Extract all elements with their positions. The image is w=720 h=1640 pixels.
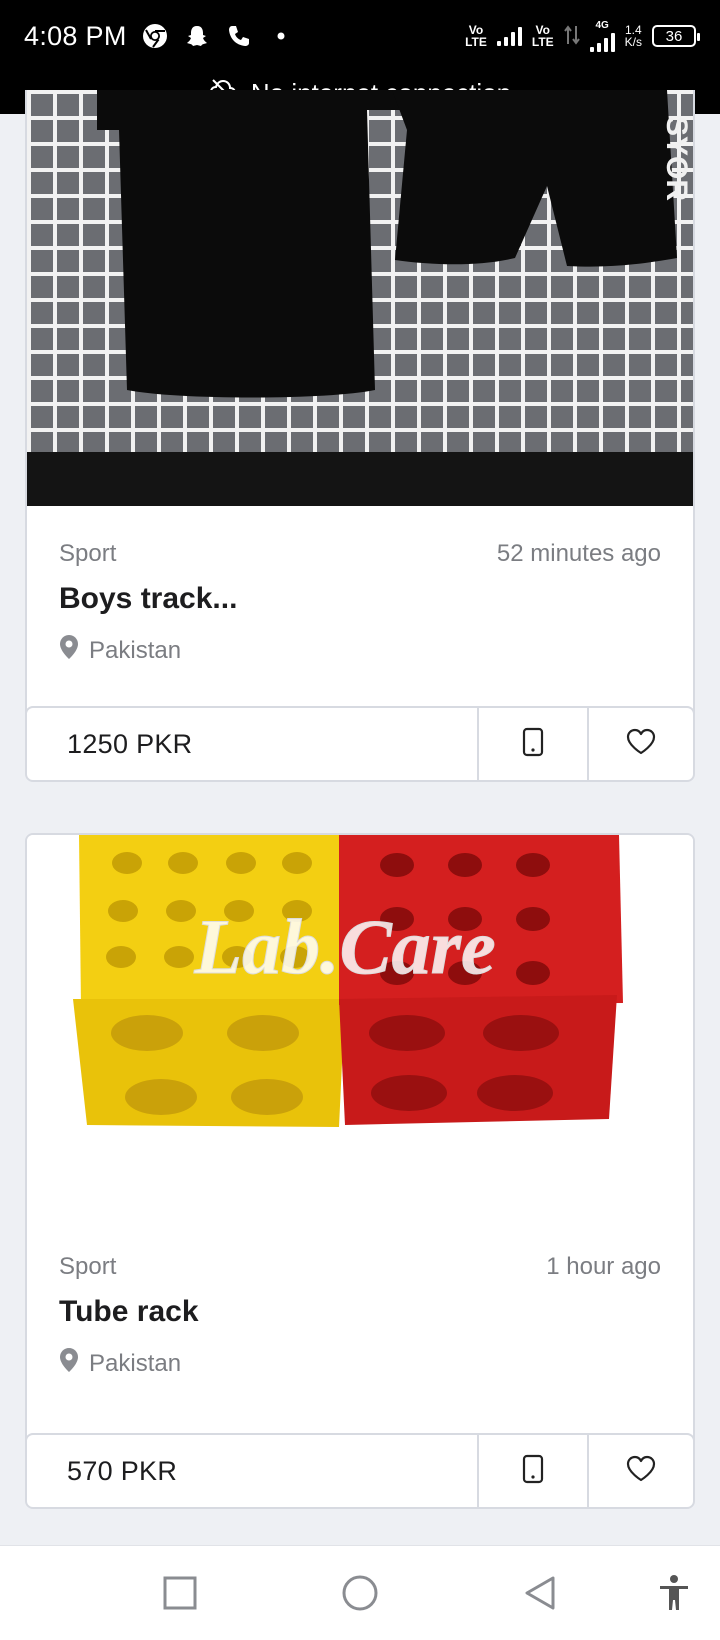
listing-card[interactable]: SYOR Sport 52 minutes ago Boys track... …	[25, 90, 695, 782]
listing-meta: Sport 1 hour ago	[59, 1253, 661, 1281]
listing-title[interactable]: Boys track...	[59, 582, 661, 616]
favorite-button[interactable]	[587, 708, 693, 780]
phone-icon	[522, 1454, 544, 1489]
sim1-volte: Vo LTE	[465, 23, 487, 49]
dot-icon	[267, 22, 295, 50]
image-watermark: Lab.Care	[193, 903, 495, 990]
listing-info: Sport 52 minutes ago Boys track... Pakis…	[27, 506, 693, 667]
heart-icon	[626, 1455, 656, 1487]
back-triangle-icon[interactable]	[523, 1575, 557, 1611]
accessibility-icon[interactable]	[658, 1574, 690, 1612]
listing-image[interactable]: SYOR	[27, 90, 693, 506]
listing-card[interactable]: Lab.Care Sport 1 hour ago Tube rack Paki…	[25, 833, 695, 1509]
battery-level: 36	[665, 27, 683, 45]
location-text: Pakistan	[89, 1349, 182, 1377]
battery-icon: 36	[652, 25, 700, 47]
net-type-label: 4G	[595, 20, 609, 31]
heart-icon	[626, 728, 656, 760]
favorite-button[interactable]	[587, 1435, 693, 1507]
listing-category: Sport	[59, 1253, 117, 1280]
listing-actions: 570 PKR	[27, 1433, 693, 1507]
listing-price: 570 PKR	[67, 1455, 178, 1486]
listing-title[interactable]: Tube rack	[59, 1295, 661, 1329]
chrome-icon	[141, 22, 169, 50]
location-pin-icon	[59, 634, 79, 667]
status-time: 4:08 PM	[24, 20, 127, 51]
status-right-icons: Vo LTE Vo LTE 4G 1.4 K/s 36	[465, 20, 700, 52]
phone-call-icon	[225, 22, 253, 50]
listing-time: 1 hour ago	[546, 1253, 661, 1280]
sim2-volte: Vo LTE	[531, 23, 554, 49]
sim2-signal-icon	[589, 32, 615, 52]
listing-category: Sport	[59, 540, 117, 567]
location-text: Pakistan	[89, 636, 182, 664]
snapchat-icon	[183, 22, 211, 50]
listing-actions: 1250 PKR	[27, 706, 693, 780]
data-arrows-icon	[563, 24, 580, 49]
listing-info: Sport 1 hour ago Tube rack Pakistan	[27, 1239, 693, 1380]
listing-image[interactable]: Lab.Care	[27, 835, 693, 1239]
status-left-icons	[141, 22, 295, 50]
listing-meta: Sport 52 minutes ago	[59, 540, 661, 568]
status-bar: 4:08 PM Vo LTE Vo LTE 4G 1.4 K/s 36	[0, 0, 720, 72]
call-button[interactable]	[477, 708, 587, 780]
listing-location: Pakistan	[59, 1347, 661, 1380]
listing-time: 52 minutes ago	[496, 540, 661, 567]
network-speed: 1.4 K/s	[624, 23, 642, 49]
sim1-signal-icon	[496, 26, 522, 46]
call-button[interactable]	[477, 1435, 587, 1507]
system-nav-bar	[0, 1545, 720, 1640]
listing-location: Pakistan	[59, 634, 661, 667]
shorts-print-text: SYOR	[660, 116, 693, 201]
listing-price: 1250 PKR	[67, 728, 193, 759]
recents-square-icon[interactable]	[163, 1576, 197, 1610]
phone-icon	[522, 727, 544, 762]
location-pin-icon	[59, 1347, 79, 1380]
home-circle-icon[interactable]	[341, 1574, 379, 1612]
